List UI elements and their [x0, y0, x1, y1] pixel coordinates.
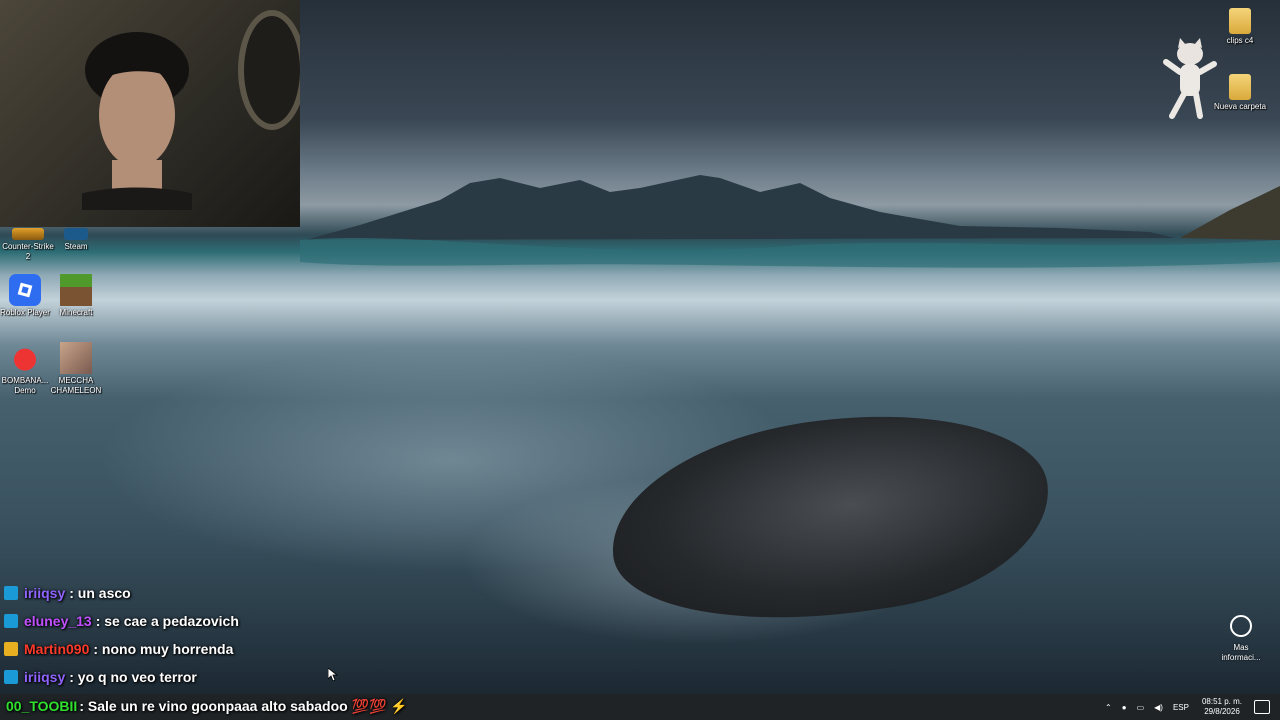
meccha-icon	[60, 342, 92, 374]
clock-time: 08:51 p. m.	[1201, 697, 1242, 706]
desktop-icon-label: clips c4	[1226, 36, 1254, 45]
chat-message: iriiqsy : yo q no veo terror	[4, 666, 197, 688]
desktop-icon-label: Roblox Player	[0, 308, 50, 317]
mouse-cursor-icon	[328, 668, 338, 682]
folder-icon	[1229, 8, 1251, 34]
chat-message: eluney_13 : se cae a pedazovich	[4, 610, 239, 632]
desktop-icon-steam[interactable]: Steam	[48, 228, 104, 252]
chat-message: Martin090 : nono muy horrenda	[4, 638, 233, 660]
prime-badge-icon	[4, 614, 18, 628]
prime-badge-icon	[4, 670, 18, 684]
more-info-button[interactable]: Mas informaci...	[1215, 615, 1267, 663]
wall-decoration	[238, 10, 300, 130]
camera-icon	[1230, 615, 1252, 637]
desktop-icon-roblox[interactable]: Roblox Player	[0, 274, 53, 318]
chat-username: 00_TOOBII	[6, 698, 78, 714]
steam-icon	[64, 228, 88, 240]
chat-text: : nono muy horrenda	[93, 641, 234, 657]
counter-strike-icon	[12, 228, 44, 240]
desktop-icon-minecraft[interactable]: Minecraft	[48, 274, 104, 318]
chevron-up-icon[interactable]: ⌃	[1105, 703, 1112, 712]
chat-username: Martin090	[24, 641, 90, 657]
network-icon[interactable]: ▭	[1137, 703, 1145, 712]
crown-badge-icon	[4, 642, 18, 656]
clock[interactable]: 08:51 p. m. 29/8/2026	[1202, 697, 1242, 717]
microphone-icon[interactable]: ●	[1122, 703, 1127, 712]
language-indicator[interactable]: ESP	[1173, 703, 1189, 712]
prime-badge-icon	[4, 586, 18, 600]
more-info-label: Mas informaci...	[1221, 643, 1261, 662]
folder-icon	[1229, 74, 1251, 100]
system-tray: ⌃ ● ▭ ◀) ESP 08:51 p. m. 29/8/2026	[1100, 694, 1280, 720]
desktop-icon-label: Nueva carpeta	[1213, 102, 1267, 111]
notification-icon[interactable]	[1254, 700, 1270, 714]
cat-sticker	[1163, 38, 1217, 119]
chat-text: : Sale un re vino goonpaaa alto sabadoo …	[79, 697, 408, 714]
desktop-icon-label: BOMBANA... Demo	[1, 376, 49, 395]
chat-message: iriiqsy : un asco	[4, 582, 131, 604]
chat-username: iriiqsy	[24, 669, 66, 685]
chat-username: eluney_13	[24, 613, 92, 629]
desktop-icon-clips-c4[interactable]: clips c4	[1212, 8, 1268, 46]
desktop-icon-bombana[interactable]: BOMBANA... Demo	[0, 342, 53, 396]
chat-text: : un asco	[69, 585, 131, 601]
webcam-overlay	[0, 0, 300, 227]
desktop-icon-label: Minecraft	[59, 308, 93, 317]
clock-date: 29/8/2026	[1204, 707, 1240, 716]
volume-icon[interactable]: ◀)	[1154, 703, 1163, 712]
bombana-icon	[9, 342, 41, 374]
streamer-figure	[82, 32, 192, 210]
minecraft-icon	[60, 274, 92, 306]
desktop-icon-label: Steam	[64, 242, 88, 251]
roblox-icon	[9, 274, 41, 306]
chat-username: iriiqsy	[24, 585, 66, 601]
chat-message: 00_TOOBII : Sale un re vino goonpaaa alt…	[6, 694, 408, 718]
desktop-icon-nueva-carpeta[interactable]: Nueva carpeta	[1212, 74, 1268, 112]
desktop-icon-label: MECCHA CHAMELEON	[50, 376, 102, 395]
desktop-icon-meccha-chameleon[interactable]: MECCHA CHAMELEON	[48, 342, 104, 396]
chat-text: : se cae a pedazovich	[95, 613, 239, 629]
chat-text: : yo q no veo terror	[69, 669, 197, 685]
